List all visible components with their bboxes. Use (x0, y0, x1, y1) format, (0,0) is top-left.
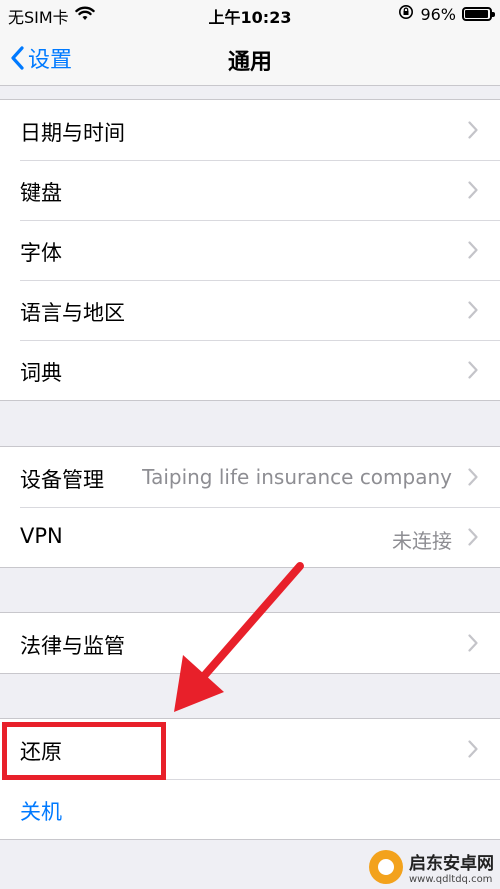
row-label: VPN (20, 524, 63, 548)
chevron-right-icon (468, 361, 478, 379)
settings-group-legal: 法律与监管 (0, 612, 500, 674)
battery-percent: 96% (420, 4, 456, 24)
chevron-right-icon (468, 634, 478, 652)
watermark-url: www.qdltdq.com (409, 874, 493, 885)
page-title: 通用 (227, 50, 272, 75)
language-region-row[interactable]: 语言与地区 (0, 280, 500, 340)
date-time-row[interactable]: 日期与时间 (0, 100, 500, 160)
legal-regulatory-row[interactable]: 法律与监管 (0, 613, 500, 673)
row-label: 法律与监管 (20, 634, 125, 658)
fonts-row[interactable]: 字体 (0, 220, 500, 280)
highlight-box (2, 722, 166, 780)
row-value: Taiping life insurance company (142, 465, 452, 489)
keyboard-row[interactable]: 键盘 (0, 160, 500, 220)
row-label: 字体 (20, 241, 62, 265)
watermark-title: 启东安卓网 (409, 854, 494, 874)
status-bar: 无SIM卡 上午10:23 96% (0, 0, 500, 30)
chevron-right-icon (468, 241, 478, 259)
chevron-right-icon (468, 468, 478, 486)
shutdown-label: 关机 (20, 800, 62, 824)
row-label: 日期与时间 (20, 121, 125, 145)
chevron-right-icon (468, 181, 478, 199)
watermark: 启东安卓网 www.qdltdq.com (369, 849, 494, 885)
navigation-bar: 设置 通用 (0, 30, 500, 86)
watermark-logo-icon (369, 850, 403, 884)
vpn-row[interactable]: VPN 未连接 (0, 507, 500, 567)
settings-group-general: 日期与时间 键盘 字体 语言与地区 词典 (0, 99, 500, 401)
status-right: 96% (398, 4, 495, 24)
row-label: 设备管理 (20, 468, 104, 492)
settings-group-management: 设备管理 Taiping life insurance company VPN … (0, 446, 500, 568)
battery-icon (462, 7, 495, 21)
row-label: 语言与地区 (20, 301, 125, 325)
chevron-right-icon (468, 528, 478, 546)
row-label: 词典 (20, 361, 62, 385)
orientation-lock-icon (398, 4, 414, 24)
chevron-right-icon (468, 121, 478, 139)
row-value: 未连接 (392, 529, 452, 553)
dictionary-row[interactable]: 词典 (0, 340, 500, 400)
shutdown-row[interactable]: 关机 (0, 779, 500, 839)
chevron-right-icon (468, 740, 478, 758)
watermark-text: 启东安卓网 www.qdltdq.com (409, 849, 494, 885)
chevron-right-icon (468, 301, 478, 319)
device-management-row[interactable]: 设备管理 Taiping life insurance company (0, 447, 500, 507)
row-label: 键盘 (20, 181, 62, 205)
battery-level (465, 10, 488, 18)
